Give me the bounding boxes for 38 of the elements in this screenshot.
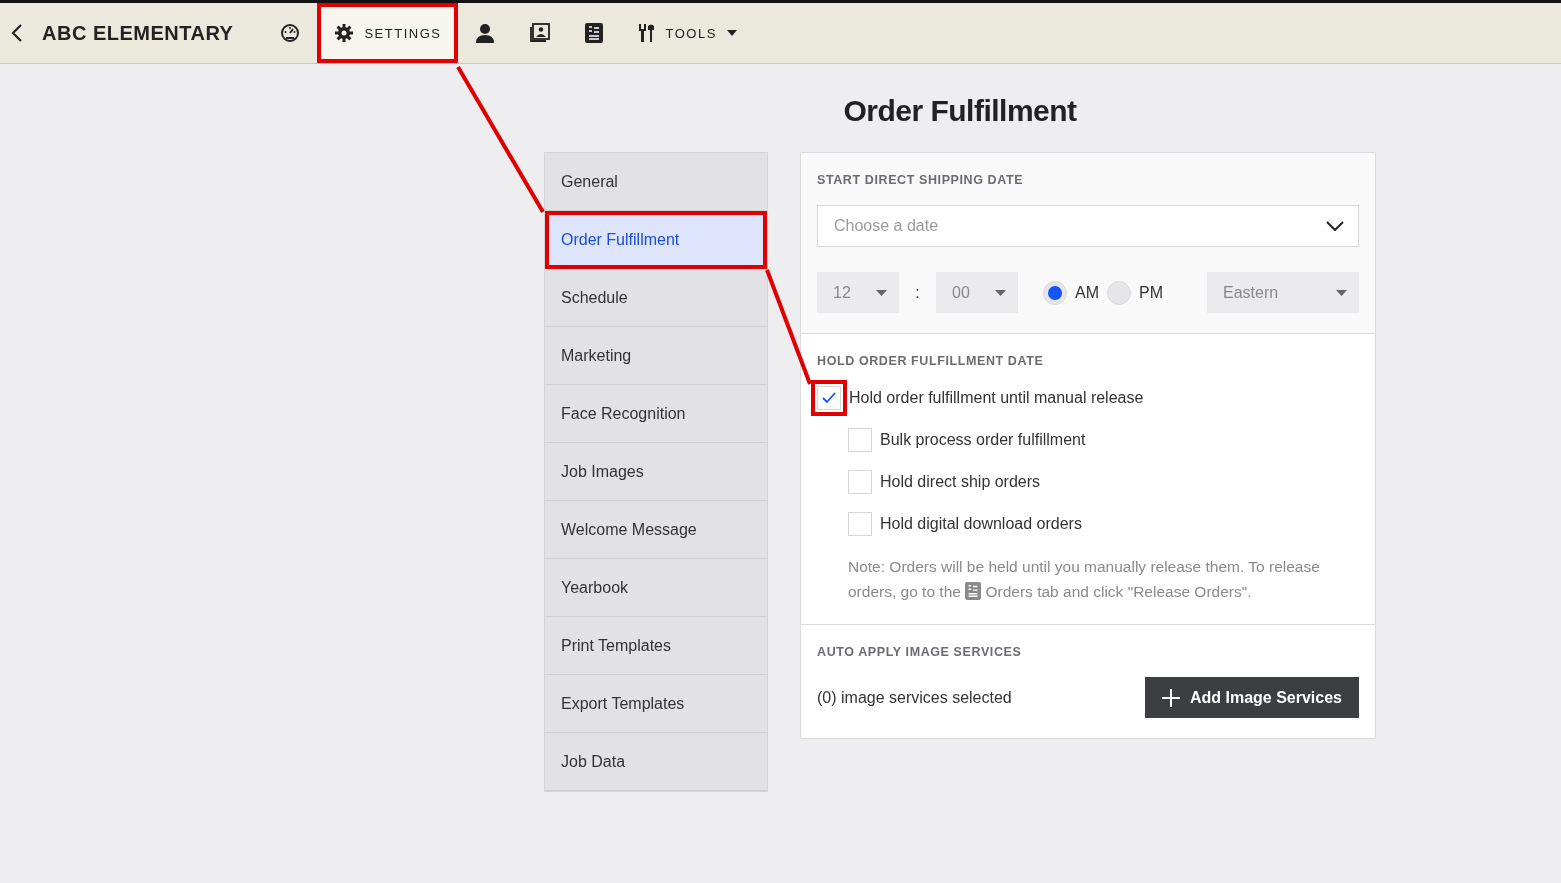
speedometer-icon (280, 23, 301, 43)
checkbox-label: Hold order fulfillment until manual release (849, 389, 1144, 407)
checkbox[interactable] (848, 428, 872, 452)
checkbox[interactable] (848, 512, 872, 536)
caret-icon (1336, 289, 1347, 296)
tools-menu-button[interactable]: TOOLS (620, 3, 754, 63)
note-text: Note: Orders will be held until you manually release them. To release orders, go to the Orders tab and click "Release Orders". (848, 557, 1321, 602)
time-separator: : (914, 283, 921, 302)
services-status: (0) image services selected (817, 688, 1012, 707)
caret-icon (995, 289, 1006, 296)
checkbox-label: Bulk process order fulfillment (880, 431, 1086, 449)
add-image-services-button[interactable]: Add Image Services (1144, 677, 1359, 718)
radio-option[interactable]: PM (1107, 280, 1163, 305)
school-title: ABC ELEMENTARY (42, 21, 234, 45)
receipt-icon (585, 23, 604, 43)
radio-option[interactable]: AM (1043, 280, 1099, 305)
receipt-icon (965, 582, 982, 600)
section-heading: HOLD ORDER FULFILLMENT DATE (817, 354, 1045, 368)
plus-icon (1161, 688, 1180, 707)
checkbox-label: Hold direct ship orders (880, 473, 1041, 491)
photos-icon (529, 23, 552, 43)
checkbox[interactable] (848, 470, 872, 494)
section-heading: START DIRECT SHIPPING DATE (817, 173, 1025, 187)
sidebar-item[interactable]: Order Fulfillment (545, 211, 767, 269)
caret-icon (726, 30, 737, 36)
checkbox[interactable] (817, 386, 841, 410)
date-field[interactable]: Choose a date (817, 205, 1359, 247)
checkbox-label: Hold digital download orders (880, 515, 1082, 533)
back-icon[interactable] (10, 24, 24, 42)
page-title: Order Fulfillment (842, 94, 1078, 128)
caret-icon (876, 289, 887, 296)
section-heading: AUTO APPLY IMAGE SERVICES (817, 645, 1023, 659)
settings-tab[interactable]: SETTINGS (317, 3, 459, 63)
check-icon (822, 392, 836, 404)
settings-icon (334, 23, 355, 43)
chevron-down-icon (1326, 221, 1344, 231)
person-icon (475, 23, 496, 43)
tools-icon (637, 23, 656, 43)
